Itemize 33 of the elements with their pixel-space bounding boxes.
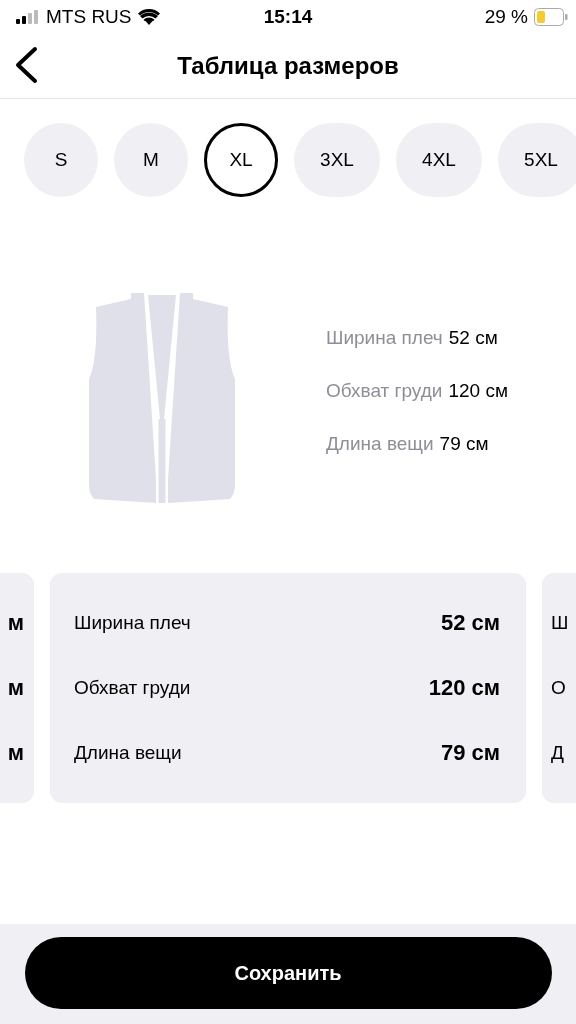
back-icon[interactable]: [14, 46, 38, 84]
size-chip[interactable]: 4XL: [396, 123, 482, 197]
measurement-value: м: [7, 610, 24, 637]
measurement-label: Обхват груди: [74, 677, 191, 699]
size-chip[interactable]: XL: [204, 123, 278, 197]
measurement-label: Длина вещи: [74, 741, 182, 764]
battery-icon: [534, 8, 568, 26]
clock-time: 15:14: [263, 6, 313, 28]
measurement-label: Длина вещи: [326, 433, 434, 454]
measurement-value: м: [7, 739, 24, 766]
size-chip[interactable]: 3XL: [294, 123, 380, 197]
signal-icon: [16, 10, 40, 24]
measurement-label: О: [551, 677, 567, 699]
measurement-label: Д: [551, 741, 565, 764]
measurement-label: Ш: [551, 612, 570, 635]
measurement-value: 52 см: [448, 327, 498, 348]
measurement-label: Ширина плеч: [74, 612, 191, 635]
size-chip[interactable]: M: [114, 123, 188, 197]
battery-percent: 29 %: [484, 6, 528, 28]
save-button[interactable]: Сохранить: [24, 937, 552, 1009]
wifi-icon: [137, 9, 160, 25]
measurement-label: Обхват груди: [326, 380, 443, 401]
measurement-label: Ширина плеч: [326, 327, 443, 348]
measurement-value: м: [7, 675, 24, 701]
page-title: Таблица размеров: [177, 52, 399, 80]
size-chip[interactable]: 5XL: [498, 123, 576, 197]
measurement-value: 52 см: [440, 610, 500, 637]
measurement-value: 120 см: [428, 675, 500, 701]
measurement-value: 79 см: [440, 739, 500, 766]
size-chip[interactable]: S: [24, 123, 98, 197]
carrier-name: MTS RUS: [46, 6, 132, 28]
measurement-value: 120 см: [448, 380, 508, 401]
measurement-value: 79 см: [439, 433, 489, 454]
